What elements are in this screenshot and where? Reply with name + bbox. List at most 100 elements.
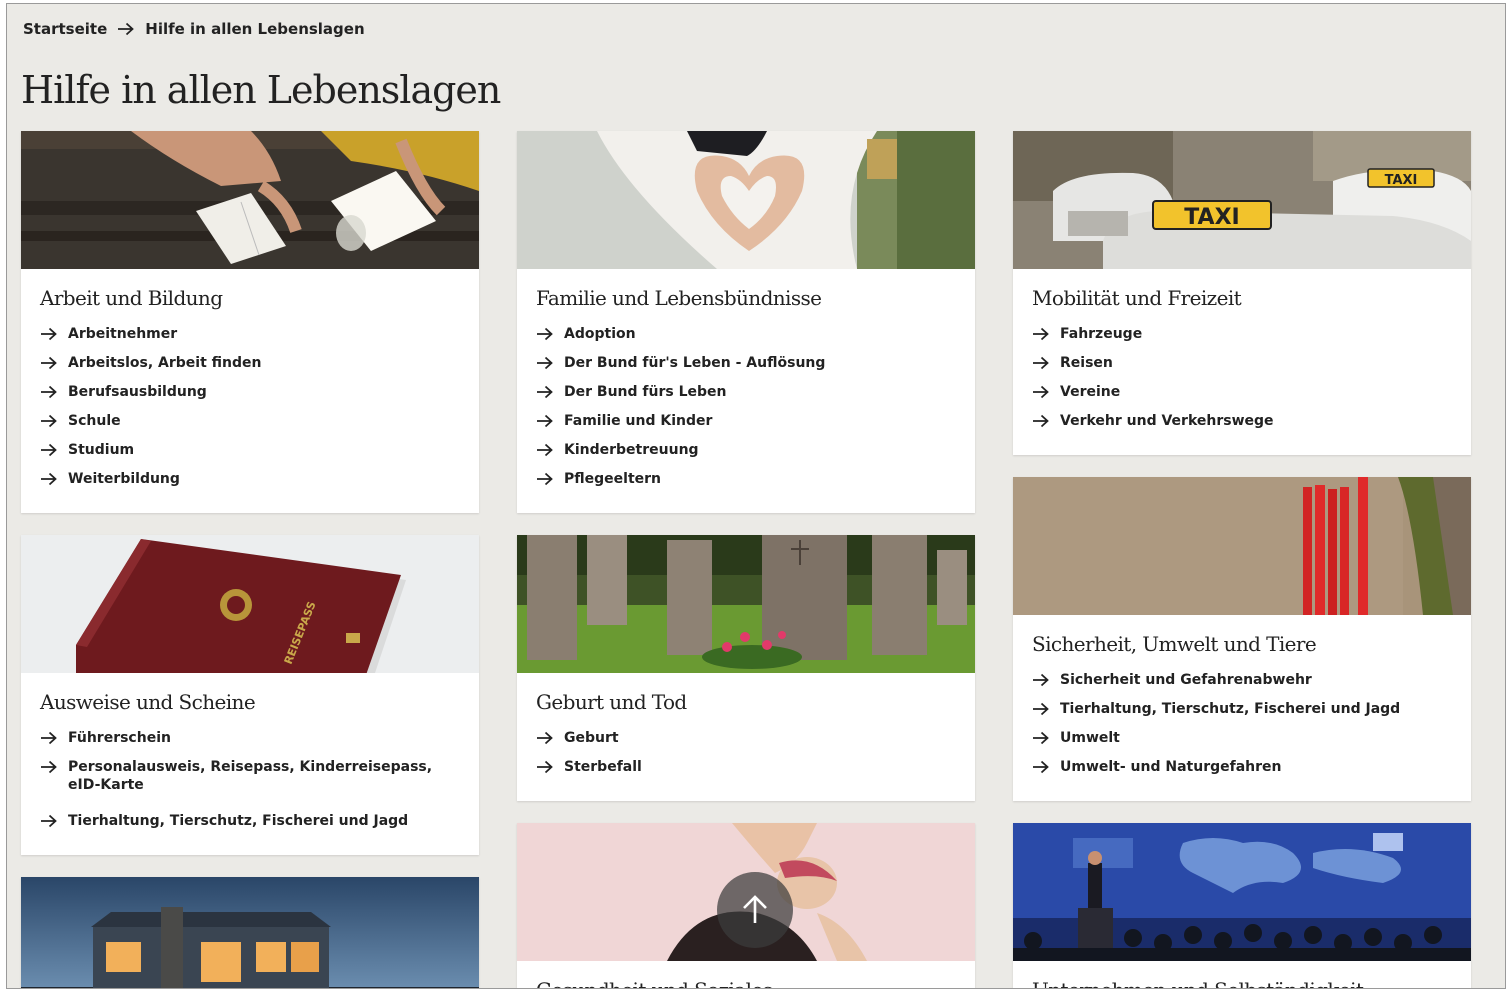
link-tierhaltung[interactable]: Tierhaltung, Tierschutz, Fischerei und J… [68, 812, 408, 830]
column-right: TAXI TAXI Mobilität und Freizeit Fahrzeu… [1013, 131, 1471, 988]
arrow-right-icon [1032, 383, 1060, 401]
card-image-heart-hands[interactable] [517, 131, 975, 269]
card-ausweise-und-scheine: REISEPASS Ausweise und Scheine Führersch… [21, 535, 479, 855]
svg-text:TAXI: TAXI [1184, 205, 1239, 230]
page-frame: Startseite Hilfe in allen Lebenslagen Hi… [6, 3, 1506, 989]
link-bund-fuers-leben[interactable]: Der Bund fürs Leben [564, 383, 726, 401]
link-studium[interactable]: Studium [68, 441, 134, 459]
arrow-right-icon [536, 412, 564, 430]
link-naturgefahren[interactable]: Umwelt- und Naturgefahren [1060, 758, 1282, 776]
arrow-right-icon [536, 383, 564, 401]
list-item: Berufsausbildung [40, 383, 461, 412]
link-umwelt[interactable]: Umwelt [1060, 729, 1120, 747]
cemetery-photo [517, 535, 975, 673]
arrow-right-icon [40, 412, 68, 430]
list-item: Tierhaltung, Tierschutz, Fischerei und J… [40, 812, 461, 841]
arrow-right-icon [40, 758, 68, 776]
arrow-right-icon [1032, 729, 1060, 747]
link-sterbefall[interactable]: Sterbefall [564, 758, 642, 776]
list-item: Sicherheit und Gefahrenabwehr [1032, 671, 1453, 700]
arrow-right-icon [536, 441, 564, 459]
link-geburt[interactable]: Geburt [564, 729, 619, 747]
students-writing-photo [21, 131, 479, 269]
link-kinderbetreuung[interactable]: Kinderbetreuung [564, 441, 699, 459]
list-item: Kinderbetreuung [536, 441, 957, 470]
arrow-right-icon [40, 470, 68, 488]
link-vereine[interactable]: Vereine [1060, 383, 1120, 401]
heart-hands-photo [517, 131, 975, 269]
card-bauen-und-wohnen [21, 877, 479, 988]
link-fuehrerschein[interactable]: Führerschein [68, 729, 171, 747]
list-item: Weiterbildung [40, 470, 461, 499]
red-posts-photo [1013, 477, 1471, 615]
arrow-right-icon [536, 729, 564, 747]
page-title: Hilfe in allen Lebenslagen [21, 68, 501, 112]
arrow-right-icon [1032, 325, 1060, 343]
link-list: Arbeitnehmer Arbeitslos, Arbeit finden B… [40, 325, 461, 499]
list-item: Umwelt [1032, 729, 1453, 758]
card-image-conference[interactable] [1013, 823, 1471, 961]
card-unternehmen-und-selbstaendigkeit: Unternehmen und Selbständigkeit [1013, 823, 1471, 988]
list-item: Adoption [536, 325, 957, 354]
card-image-cemetery[interactable] [517, 535, 975, 673]
link-bund-aufloesung[interactable]: Der Bund für's Leben - Auflösung [564, 354, 825, 372]
arrow-right-icon [536, 758, 564, 776]
link-weiterbildung[interactable]: Weiterbildung [68, 470, 180, 488]
arrow-right-icon [40, 729, 68, 747]
card-image-house[interactable] [21, 877, 479, 988]
link-arbeitnehmer[interactable]: Arbeitnehmer [68, 325, 177, 343]
list-item: Schule [40, 412, 461, 441]
list-item: Pflegeeltern [536, 470, 957, 499]
arrow-right-icon [40, 325, 68, 343]
list-item: Arbeitslos, Arbeit finden [40, 354, 461, 383]
arrow-right-icon [1032, 412, 1060, 430]
link-tierhaltung-2[interactable]: Tierhaltung, Tierschutz, Fischerei und J… [1060, 700, 1400, 718]
card-image-red-posts[interactable] [1013, 477, 1471, 615]
link-berufsausbildung[interactable]: Berufsausbildung [68, 383, 207, 401]
link-schule[interactable]: Schule [68, 412, 121, 430]
breadcrumb-home-link[interactable]: Startseite [23, 20, 107, 38]
arrow-up-icon [743, 895, 767, 923]
list-item: Familie und Kinder [536, 412, 957, 441]
list-item: Geburt [536, 729, 957, 758]
arrow-right-icon [1032, 758, 1060, 776]
list-item: Fahrzeuge [1032, 325, 1453, 354]
card-title: Geburt und Tod [536, 690, 687, 714]
link-fahrzeuge[interactable]: Fahrzeuge [1060, 325, 1142, 343]
link-verkehr[interactable]: Verkehr und Verkehrswege [1060, 412, 1274, 430]
link-reisen[interactable]: Reisen [1060, 354, 1113, 372]
card-title: Mobilität und Freizeit [1032, 286, 1242, 310]
list-item: Personalausweis, Reisepass, Kinderreisep… [40, 758, 461, 812]
card-geburt-und-tod: Geburt und Tod Geburt Sterbefall [517, 535, 975, 801]
card-image-passport[interactable]: REISEPASS [21, 535, 479, 673]
passport-photo: REISEPASS [21, 535, 479, 673]
list-item: Studium [40, 441, 461, 470]
arrow-right-icon [1032, 671, 1060, 689]
arrow-right-icon [536, 470, 564, 488]
conference-photo [1013, 823, 1471, 961]
link-pflegeeltern[interactable]: Pflegeeltern [564, 470, 661, 488]
arrow-right-icon [40, 354, 68, 372]
link-sicherheit[interactable]: Sicherheit und Gefahrenabwehr [1060, 671, 1312, 689]
arrow-right-icon [1032, 700, 1060, 718]
link-list: Sicherheit und Gefahrenabwehr Tierhaltun… [1032, 671, 1453, 787]
taxi-photo: TAXI TAXI [1013, 131, 1471, 269]
card-image-taxi[interactable]: TAXI TAXI [1013, 131, 1471, 269]
link-familie-und-kinder[interactable]: Familie und Kinder [564, 412, 712, 430]
link-personalausweis[interactable]: Personalausweis, Reisepass, Kinderreisep… [68, 758, 438, 794]
arrow-right-icon [40, 812, 68, 830]
column-left: Arbeit und Bildung Arbeitnehmer Arbeitsl… [21, 131, 479, 988]
link-adoption[interactable]: Adoption [564, 325, 636, 343]
card-title: Arbeit und Bildung [40, 286, 223, 310]
link-list: Adoption Der Bund für's Leben - Auflösun… [536, 325, 957, 499]
arrow-right-icon [40, 383, 68, 401]
link-arbeitslos[interactable]: Arbeitslos, Arbeit finden [68, 354, 261, 372]
breadcrumb-current: Hilfe in allen Lebenslagen [145, 20, 365, 38]
list-item: Vereine [1032, 383, 1453, 412]
card-sicherheit-umwelt-und-tiere: Sicherheit, Umwelt und Tiere Sicherheit … [1013, 477, 1471, 801]
list-item: Tierhaltung, Tierschutz, Fischerei und J… [1032, 700, 1453, 729]
arrow-right-icon [40, 441, 68, 459]
link-list: Geburt Sterbefall [536, 729, 957, 787]
scroll-to-top-button[interactable] [717, 872, 793, 948]
card-image-students[interactable] [21, 131, 479, 269]
